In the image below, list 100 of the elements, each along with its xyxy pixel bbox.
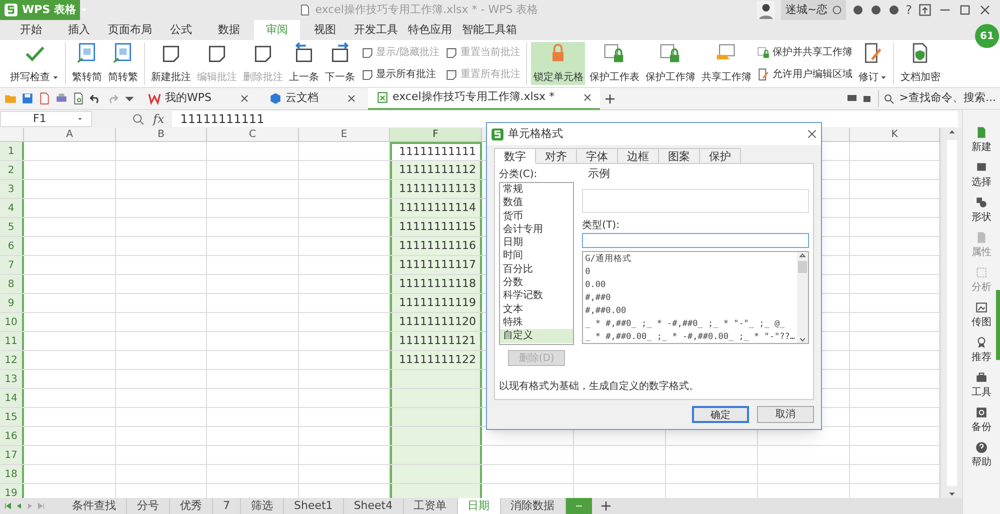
sidebar-button[interactable]: 传图 [972,301,992,330]
table-cell[interactable] [390,427,482,445]
dialog-tab[interactable]: 图案 [659,148,700,164]
row-header[interactable]: 7 [0,256,24,274]
ribbon-button[interactable]: 下一条 [323,42,357,85]
dialog-button[interactable]: 确定 [692,406,749,423]
row-header[interactable]: 14 [0,389,24,407]
more-sheets-button[interactable] [566,498,592,514]
previous-sheet-icon[interactable] [15,502,23,510]
ribbon-button[interactable]: 简转繁 [106,42,140,85]
row-header[interactable]: 17 [0,446,24,464]
sheet-tab[interactable]: 7 [213,498,241,514]
table-cell[interactable]: 11111111122 [390,351,482,369]
ribbon-button[interactable]: 保护工作表 [587,42,642,85]
ribbon-tab[interactable]: 智能工具箱 [458,20,521,40]
ribbon-tab[interactable]: 开始 [8,20,54,40]
close-icon[interactable] [346,94,356,103]
row-header[interactable]: 4 [0,199,24,217]
row-header[interactable]: 13 [0,370,24,388]
document-tab[interactable]: 云文档 [260,88,364,110]
ribbon-button[interactable]: 新建批注 [149,42,193,85]
ribbon-button[interactable]: 允许用户编辑区域 [755,66,854,82]
list-item[interactable]: 时间 [500,249,574,263]
sidebar-button[interactable]: 新建 [972,126,992,155]
table-cell[interactable]: 11111111113 [390,180,482,198]
row-header[interactable]: 18 [0,465,24,483]
column-header[interactable]: F [390,128,482,141]
list-item[interactable]: #,##0 [583,292,797,304]
list-item[interactable]: 自定义 [500,329,574,343]
sheet-tab[interactable]: Sheet1 [284,498,344,514]
dialog-tab[interactable]: 边框 [618,148,659,164]
row-header[interactable]: 6 [0,237,24,255]
column-header[interactable]: A [24,128,116,141]
ribbon-button[interactable]: 上一条 [287,42,321,85]
restore-icon[interactable] [918,3,932,17]
table-cell[interactable] [390,370,482,388]
row-header[interactable]: 19 [0,484,24,498]
close-icon[interactable] [978,3,992,17]
ribbon-button[interactable]: 共享工作簿 [699,42,754,85]
table-cell[interactable]: 11111111117 [390,256,482,274]
dialog-tab[interactable]: 对齐 [536,148,577,164]
scroll-thumb[interactable] [798,260,807,272]
user-menu-button[interactable]: 迷城~恋 [781,0,846,20]
list-scrollbar[interactable] [797,252,808,342]
ribbon-button[interactable]: 文档加密 [898,42,942,85]
list-item[interactable]: 常规 [500,183,574,196]
close-icon[interactable] [582,93,592,102]
table-cell[interactable]: 11111111118 [390,275,482,293]
table-cell[interactable] [390,484,482,498]
type-input[interactable] [582,232,809,248]
list-item[interactable]: 数值 [500,196,574,210]
column-header[interactable]: B [116,128,207,141]
list-item[interactable]: 分数 [500,276,574,290]
ribbon-tab[interactable]: 审阅 [254,20,300,40]
row-header[interactable]: 16 [0,427,24,445]
list-item[interactable]: 文本 [500,302,574,316]
save-icon[interactable] [21,92,34,105]
next-sheet-icon[interactable] [26,502,34,510]
list-item[interactable]: 日期 [500,236,574,250]
zoom-icon[interactable] [132,112,145,126]
list-item[interactable]: 货币 [500,210,574,223]
ribbon-button[interactable]: 保护并共享工作簿 [755,45,854,60]
table-cell[interactable]: 11111111114 [390,199,482,217]
table-cell[interactable] [390,408,482,426]
last-sheet-icon[interactable] [37,502,45,510]
table-cell[interactable] [390,389,482,407]
sidebar-button[interactable]: 形状 [972,196,992,225]
ribbon-button[interactable]: 锁定单元格 [531,42,586,85]
ribbon-button[interactable]: 繁转简 [70,42,104,85]
table-cell[interactable]: 11111111116 [390,237,482,255]
function-label[interactable]: fx [153,110,164,128]
ribbon-tab[interactable]: 插入 [56,20,102,40]
dialog-button[interactable]: 取消 [757,406,814,423]
add-sheet-icon[interactable] [600,500,612,512]
close-icon[interactable] [807,129,817,139]
row-header[interactable]: 10 [0,313,24,331]
ribbon-tab[interactable]: 视图 [302,20,348,40]
ribbon-button[interactable]: 显示所有批注 [359,66,442,82]
row-header[interactable]: 8 [0,275,24,293]
row-header[interactable]: 11 [0,332,24,350]
document-tab[interactable]: excel操作技巧专用工作簿.xlsx * [368,88,600,110]
ribbon-tab[interactable]: 特色应用 [404,20,456,40]
list-item[interactable]: 特殊 [500,316,574,330]
ribbon-tab[interactable]: 页面布局 [104,20,156,40]
ribbon-button[interactable]: 保护工作簿 [643,42,698,85]
maximize-icon[interactable] [958,3,972,17]
print-icon[interactable] [55,92,68,105]
sidebar-button[interactable]: 帮助 [972,441,992,470]
table-cell[interactable] [390,446,482,464]
close-icon[interactable] [240,94,248,103]
sheet-tab[interactable]: 筛选 [241,498,284,514]
table-cell[interactable]: 11111111111 [390,142,482,160]
first-sheet-icon[interactable] [4,502,12,510]
ribbon-button[interactable]: 拼写检查 [8,42,61,85]
table-cell[interactable]: 11111111119 [390,294,482,312]
column-header[interactable]: C [207,128,299,141]
ribbon-button[interactable]: 修订 [856,42,890,85]
table-cell[interactable]: 11111111115 [390,218,482,236]
sheet-tab[interactable]: 条件查找 [62,498,127,514]
dialog-tab[interactable]: 数字 [494,148,536,164]
